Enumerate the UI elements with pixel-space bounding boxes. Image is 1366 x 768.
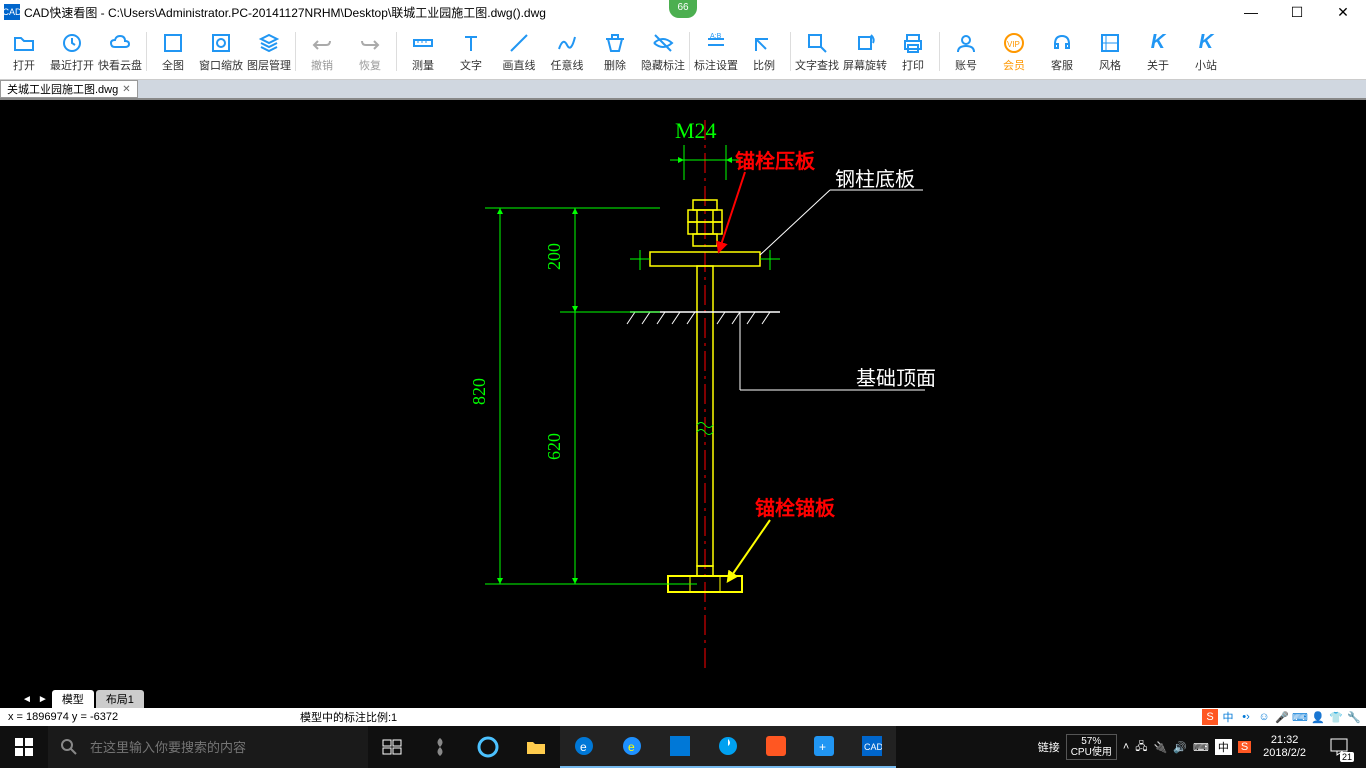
task-view-icon[interactable] <box>368 726 416 768</box>
search-box[interactable] <box>48 726 368 768</box>
dim-820: 820 <box>469 378 489 405</box>
ie-icon[interactable]: e <box>608 726 656 768</box>
cpu-meter[interactable]: 57%CPU使用 <box>1066 734 1117 760</box>
print-button[interactable]: 打印 <box>889 24 937 79</box>
text-search-button[interactable]: 文字查找 <box>793 24 841 79</box>
foundation-label: 基础顶面 <box>856 367 936 390</box>
search-input[interactable] <box>90 740 368 755</box>
spec-label: M24 <box>675 118 717 143</box>
close-tab-icon[interactable]: ✕ <box>122 84 130 95</box>
anchor-label: 锚栓锚板 <box>755 496 836 520</box>
svg-text:+: + <box>819 740 826 754</box>
app-icon-2[interactable] <box>656 726 704 768</box>
drawing-canvas[interactable]: M24 钢柱底板 基础顶面 锚栓压板 锚栓锚板 <box>0 100 1366 690</box>
dim-200: 200 <box>544 243 564 270</box>
app-icon: CAD <box>4 4 20 20</box>
app-icon-1[interactable] <box>416 726 464 768</box>
main-toolbar: 打开 最近打开 快看云盘 全图 窗口缩放 图层管理 撤销 恢复 测量 文字 画直… <box>0 24 1366 80</box>
tray-power-icon[interactable]: 🔌 <box>1154 741 1168 754</box>
tray-network-icon[interactable]: 🖧 <box>1135 738 1147 757</box>
app-icon-4[interactable]: + <box>800 726 848 768</box>
tray-keyboard-icon[interactable]: ⌨ <box>1193 741 1209 754</box>
svg-text:e: e <box>580 740 587 754</box>
window-zoom-button[interactable]: 窗口缩放 <box>197 24 245 79</box>
ime-punct-icon[interactable]: •› <box>1238 709 1254 725</box>
svg-text:CAD: CAD <box>864 742 882 752</box>
file-tab-bar: 关城工业园施工图.dwg ✕ <box>0 80 1366 100</box>
ime-indicator[interactable]: 中 <box>1220 709 1236 725</box>
link-label[interactable]: 链接 <box>1038 739 1060 755</box>
browser-icon[interactable] <box>704 726 752 768</box>
tab-model[interactable]: 模型 <box>52 690 94 708</box>
coordinates: x = 1896974 y = -6372 <box>0 711 300 723</box>
svg-text:A:B: A:B <box>710 33 722 40</box>
cloud-button[interactable]: 快看云盘 <box>96 24 144 79</box>
tab-prev-icon[interactable]: ◄ <box>20 694 34 705</box>
scale-info: 模型中的标注比例:1 <box>300 709 397 725</box>
full-view-button[interactable]: 全图 <box>149 24 197 79</box>
title-bar: CAD CAD快速看图 - C:\Users\Administrator.PC-… <box>0 0 1366 24</box>
station-button[interactable]: K小站 <box>1182 24 1230 79</box>
tab-next-icon[interactable]: ► <box>36 694 50 705</box>
bolt-plate-label: 锚栓压板 <box>735 149 816 173</box>
undo-button[interactable]: 撤销 <box>298 24 346 79</box>
notification-center-icon[interactable]: 21 <box>1318 726 1360 768</box>
file-tab-label: 关城工业园施工图.dwg <box>7 81 118 97</box>
vip-button[interactable]: VIP会员 <box>990 24 1038 79</box>
search-icon <box>48 738 90 756</box>
edge-legacy-icon[interactable] <box>464 726 512 768</box>
svg-text:VIP: VIP <box>1007 40 1020 49</box>
annotation-settings-button[interactable]: A:B标注设置 <box>692 24 740 79</box>
ime-wrench-icon[interactable]: 🔧 <box>1346 709 1362 725</box>
notification-badge[interactable]: 66 <box>669 0 697 18</box>
text-button[interactable]: 文字 <box>447 24 495 79</box>
open-button[interactable]: 打开 <box>0 24 48 79</box>
ime-keyboard-icon[interactable]: ⌨ <box>1292 709 1308 725</box>
folder-icon[interactable] <box>512 726 560 768</box>
tray-volume-icon[interactable]: 🔊 <box>1173 741 1187 754</box>
ime-tool-icon[interactable]: 👕 <box>1328 709 1344 725</box>
sogou-icon[interactable]: S <box>1202 709 1218 725</box>
ime-person-icon[interactable]: 👤 <box>1310 709 1326 725</box>
about-button[interactable]: K关于 <box>1134 24 1182 79</box>
tray-ime-indicator[interactable]: 中 <box>1215 739 1232 755</box>
minimize-button[interactable]: — <box>1228 0 1274 24</box>
recent-button[interactable]: 最近打开 <box>48 24 96 79</box>
rotate-button[interactable]: 屏幕旋转 <box>841 24 889 79</box>
freeline-button[interactable]: 任意线 <box>543 24 591 79</box>
edge-icon[interactable]: e <box>560 726 608 768</box>
redo-button[interactable]: 恢复 <box>346 24 394 79</box>
tray-chevron-icon[interactable]: ˄ <box>1123 741 1129 753</box>
delete-button[interactable]: 删除 <box>591 24 639 79</box>
tray-clock[interactable]: 21:322018/2/2 <box>1257 734 1312 760</box>
ime-smile-icon[interactable]: ☺ <box>1256 709 1272 725</box>
cad-app-icon[interactable]: CAD <box>848 726 896 768</box>
tray-sogou-icon[interactable]: S <box>1238 741 1251 753</box>
status-bar: x = 1896974 y = -6372 模型中的标注比例:1 S 中 •› … <box>0 708 1366 726</box>
measure-button[interactable]: 测量 <box>399 24 447 79</box>
line-button[interactable]: 画直线 <box>495 24 543 79</box>
start-button[interactable] <box>0 726 48 768</box>
app-icon-3[interactable] <box>752 726 800 768</box>
service-button[interactable]: 客服 <box>1038 24 1086 79</box>
tab-layout1[interactable]: 布局1 <box>96 690 144 708</box>
svg-text:e: e <box>628 740 635 754</box>
model-tabs: ◄ ► 模型 布局1 <box>0 690 1366 708</box>
style-button[interactable]: 风格 <box>1086 24 1134 79</box>
file-tab[interactable]: 关城工业园施工图.dwg ✕ <box>0 80 138 98</box>
ime-mic-icon[interactable]: 🎤 <box>1274 709 1290 725</box>
layers-button[interactable]: 图层管理 <box>245 24 293 79</box>
close-button[interactable]: ✕ <box>1320 0 1366 24</box>
dim-620: 620 <box>544 433 564 460</box>
scale-button[interactable]: 比例 <box>740 24 788 79</box>
windows-taskbar: e e + CAD 链接 57%CPU使用 ˄ 🖧 🔌 🔊 ⌨ 中 S 21:3… <box>0 726 1366 768</box>
account-button[interactable]: 账号 <box>942 24 990 79</box>
base-plate-label: 钢柱底板 <box>835 168 915 191</box>
hide-annotation-button[interactable]: 隐藏标注 <box>639 24 687 79</box>
maximize-button[interactable]: ☐ <box>1274 0 1320 24</box>
window-title: CAD快速看图 - C:\Users\Administrator.PC-2014… <box>24 4 1228 21</box>
